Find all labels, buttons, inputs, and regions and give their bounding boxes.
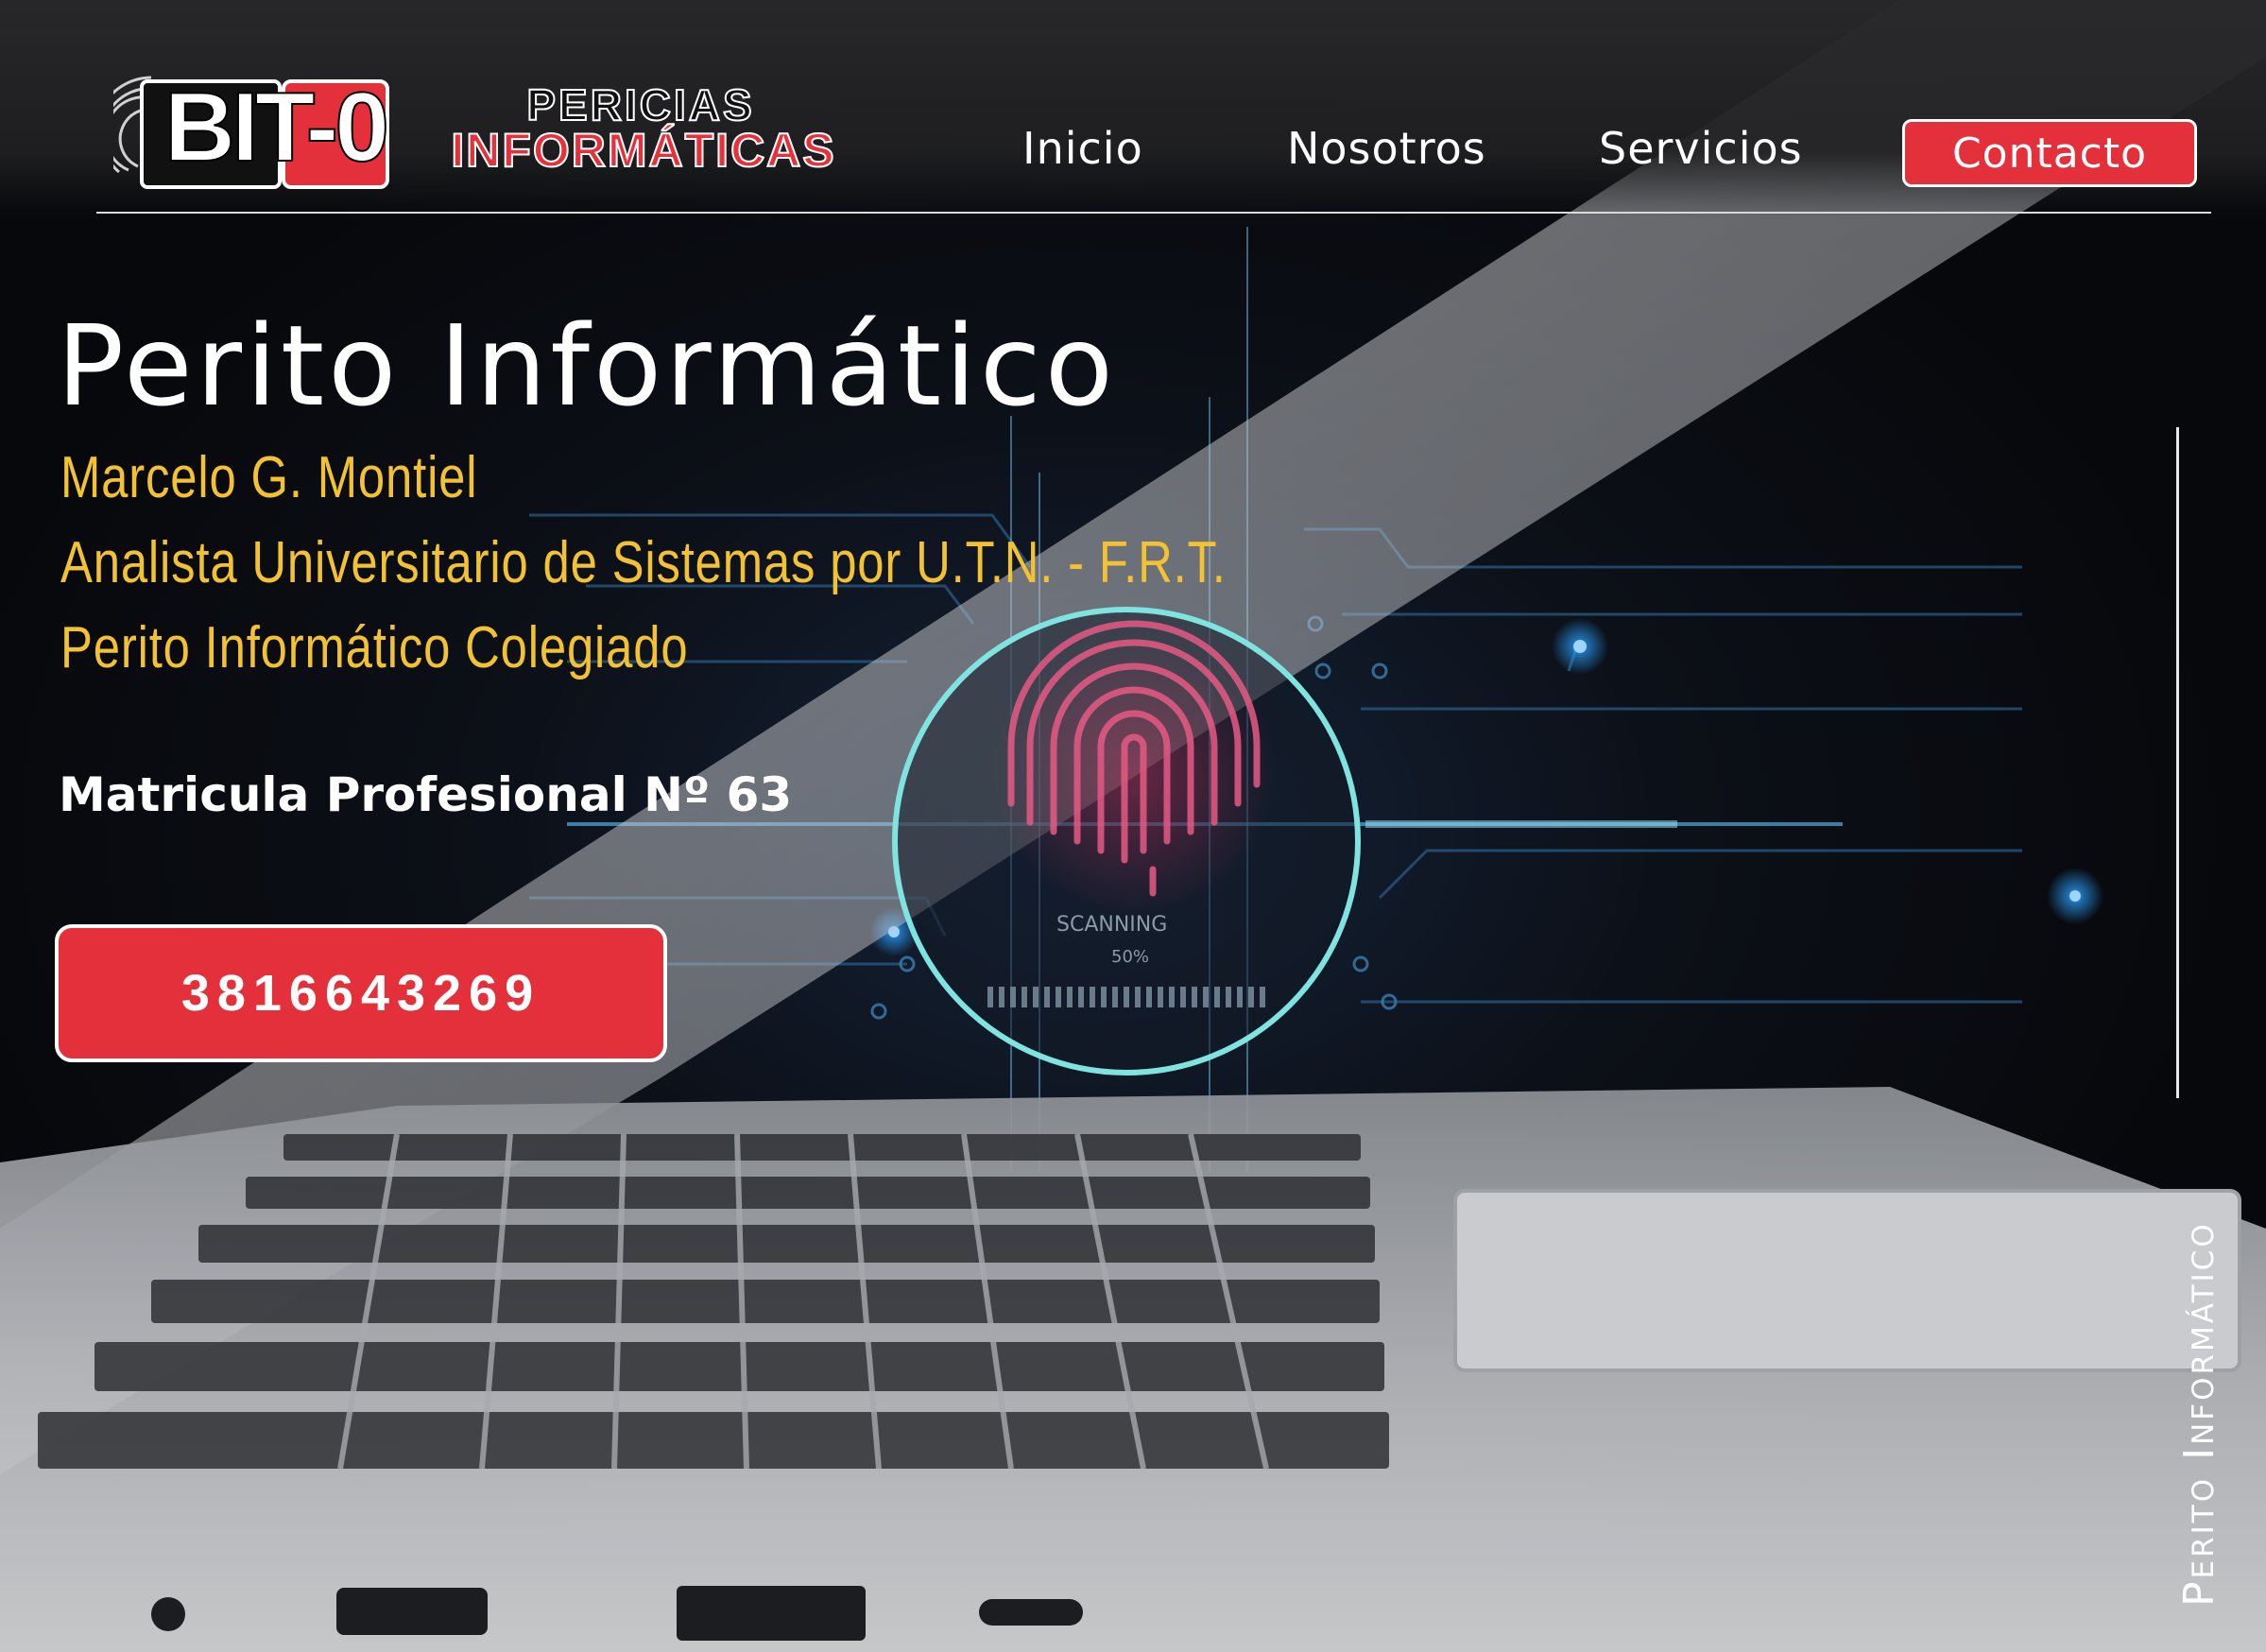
scanner-percent-text: 50% [1111, 947, 1150, 967]
expert-degree: Analista Universitario de Sistemas por U… [60, 530, 1227, 595]
logo-mark-text: BIT-0 [163, 72, 390, 183]
hero-background-image [0, 0, 2266, 1652]
scanner-status-text: SCANNING [1056, 913, 1168, 937]
expert-name: Marcelo G. Montiel [60, 445, 478, 510]
nav-link-nosotros[interactable]: Nosotros [1287, 123, 1486, 174]
side-vertical-label: Perito Informático [2175, 1221, 2223, 1607]
license-number: Matricula Profesional Nº 63 [59, 767, 793, 822]
page-title: Perito Informático [57, 301, 1117, 431]
phone-call-button[interactable]: 3816643269 [55, 924, 667, 1062]
brand-logo[interactable]: BIT-0 PERICIAS INFORMÁTICAS [53, 59, 835, 200]
nav-link-inicio[interactable]: Inicio [1022, 123, 1143, 174]
side-divider [2176, 427, 2179, 1098]
header-divider [96, 212, 2211, 214]
expert-role: Perito Informático Colegiado [60, 615, 689, 680]
logo-line-informaticas: INFORMÁTICAS [450, 123, 836, 178]
page: SCANNING 50% BIT-0 PERICIAS INFORMÁTICAS… [0, 0, 2266, 1652]
nav-link-servicios[interactable]: Servicios [1599, 123, 1803, 174]
contact-button[interactable]: Contacto [1902, 119, 2197, 187]
